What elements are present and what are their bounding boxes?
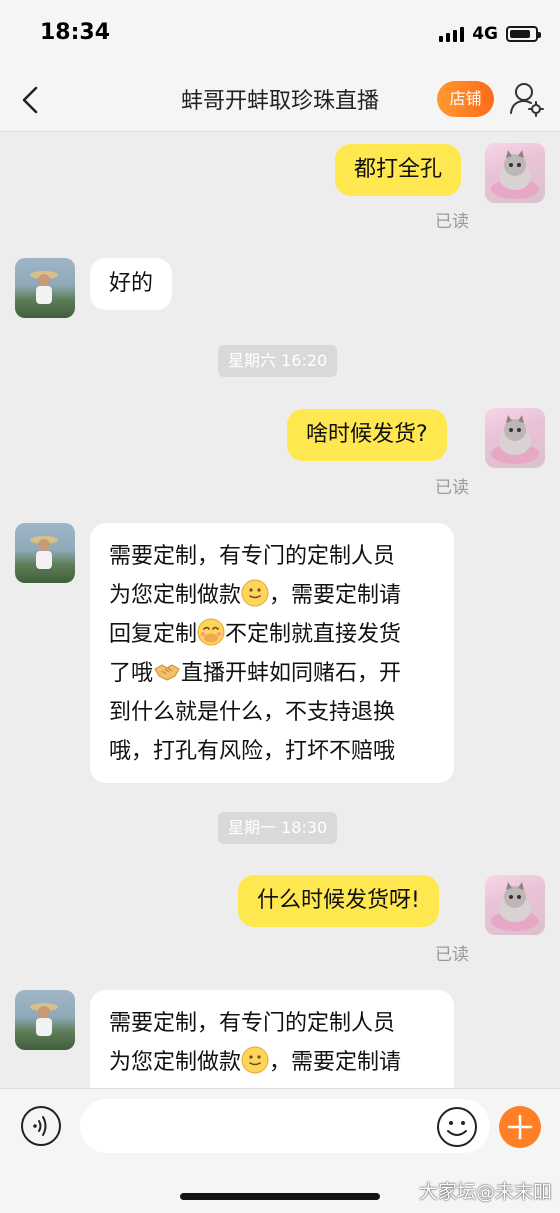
status-time: 18:34 [40, 20, 111, 45]
read-receipt: 已读 [435, 478, 469, 498]
message-line: 为您定制做款 ，需要定制请 [109, 576, 435, 615]
my-avatar[interactable] [485, 875, 545, 935]
user-settings-button[interactable] [507, 80, 545, 118]
voice-icon [21, 1106, 61, 1146]
home-indicator[interactable] [180, 1193, 380, 1200]
my-avatar[interactable] [485, 408, 545, 468]
handshake-emoji-icon [153, 657, 181, 685]
message-line: 哦，打孔有风险，打坏不赔哦 [109, 739, 396, 764]
message-line: 为您定制做款 ，需要定制请 [109, 1043, 435, 1082]
hand-over-mouth-emoji-icon [197, 618, 225, 646]
person-photo [30, 536, 58, 569]
message-bubble[interactable]: 什么时候发货呀! [238, 875, 439, 927]
message-line: 需要定制，有专门的定制人员 [109, 544, 396, 569]
read-receipt: 已读 [435, 945, 469, 965]
contact-avatar[interactable] [15, 990, 75, 1050]
message-bubble[interactable]: 啥时候发货? [287, 409, 447, 461]
status-bar: 18:34 4G [0, 0, 560, 68]
input-bar: 大家坛@未末吅 [0, 1088, 560, 1213]
user-gear-icon [510, 83, 544, 117]
shop-button[interactable]: 店铺 [437, 81, 494, 117]
more-actions-button[interactable] [499, 1106, 541, 1148]
contact-avatar[interactable] [15, 523, 75, 583]
message-bubble[interactable]: 需要定制，有专门的定制人员 为您定制做款 ，需要定制请 [90, 990, 454, 1100]
voice-input-button[interactable] [20, 1105, 62, 1147]
smile-emoji-icon [241, 579, 269, 607]
cat-photo [491, 150, 539, 199]
message-bubble[interactable]: 都打全孔 [335, 144, 462, 196]
person-photo [30, 1003, 58, 1036]
message-bubble[interactable]: 好的 [90, 258, 173, 310]
smile-emoji-icon [241, 1046, 269, 1074]
message-line: 到什么就是什么，不支持退换 [109, 700, 396, 725]
contact-avatar[interactable] [15, 258, 75, 318]
battery-icon [506, 26, 541, 42]
signal-icon [439, 26, 465, 42]
read-receipt: 已读 [435, 212, 469, 232]
cat-photo [491, 882, 539, 931]
status-indicators: 4G [439, 24, 541, 44]
watermark: 大家坛@未末吅 [418, 1181, 552, 1203]
plus-icon [507, 1114, 533, 1140]
network-type: 4G [472, 24, 498, 44]
cat-photo [491, 415, 539, 464]
emoji-button[interactable] [436, 1106, 478, 1148]
time-divider: 星期一 18:30 [218, 812, 338, 844]
message-line: 了哦 直播开蚌如同赌石，开 [109, 654, 435, 693]
time-divider: 星期六 16:20 [218, 345, 338, 377]
message-input[interactable] [80, 1099, 490, 1153]
person-photo [30, 271, 58, 304]
my-avatar[interactable] [485, 143, 545, 203]
nav-bar: 蚌哥开蚌取珍珠直播 店铺 [0, 68, 560, 132]
message-line: 需要定制，有专门的定制人员 [109, 1011, 396, 1036]
message-bubble[interactable]: 需要定制，有专门的定制人员 为您定制做款 ，需要定制请 回复定制 不定制就直接发货 … [90, 523, 454, 783]
smiley-icon [437, 1107, 477, 1147]
message-line: 回复定制 不定制就直接发货 [109, 615, 435, 654]
